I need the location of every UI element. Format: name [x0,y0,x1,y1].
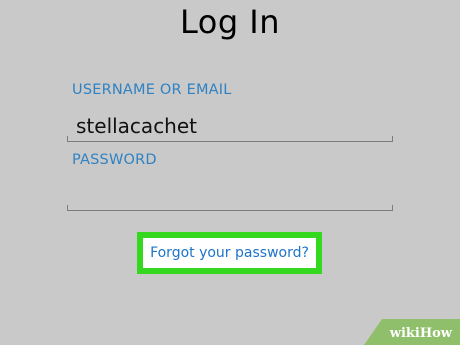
forgot-password-link[interactable]: Forgot your password? [150,245,309,261]
password-label: PASSWORD [72,152,157,168]
forgot-password-highlight[interactable]: Forgot your password? [137,232,322,274]
password-field[interactable] [67,205,393,211]
username-field[interactable]: stellacachet [76,114,197,138]
wikihow-watermark: wikiHow [364,319,460,345]
watermark-text: wikiHow [389,326,452,341]
username-label: USERNAME OR EMAIL [72,82,232,98]
page-title: Log In [179,3,281,41]
username-field-underline[interactable] [67,136,393,142]
